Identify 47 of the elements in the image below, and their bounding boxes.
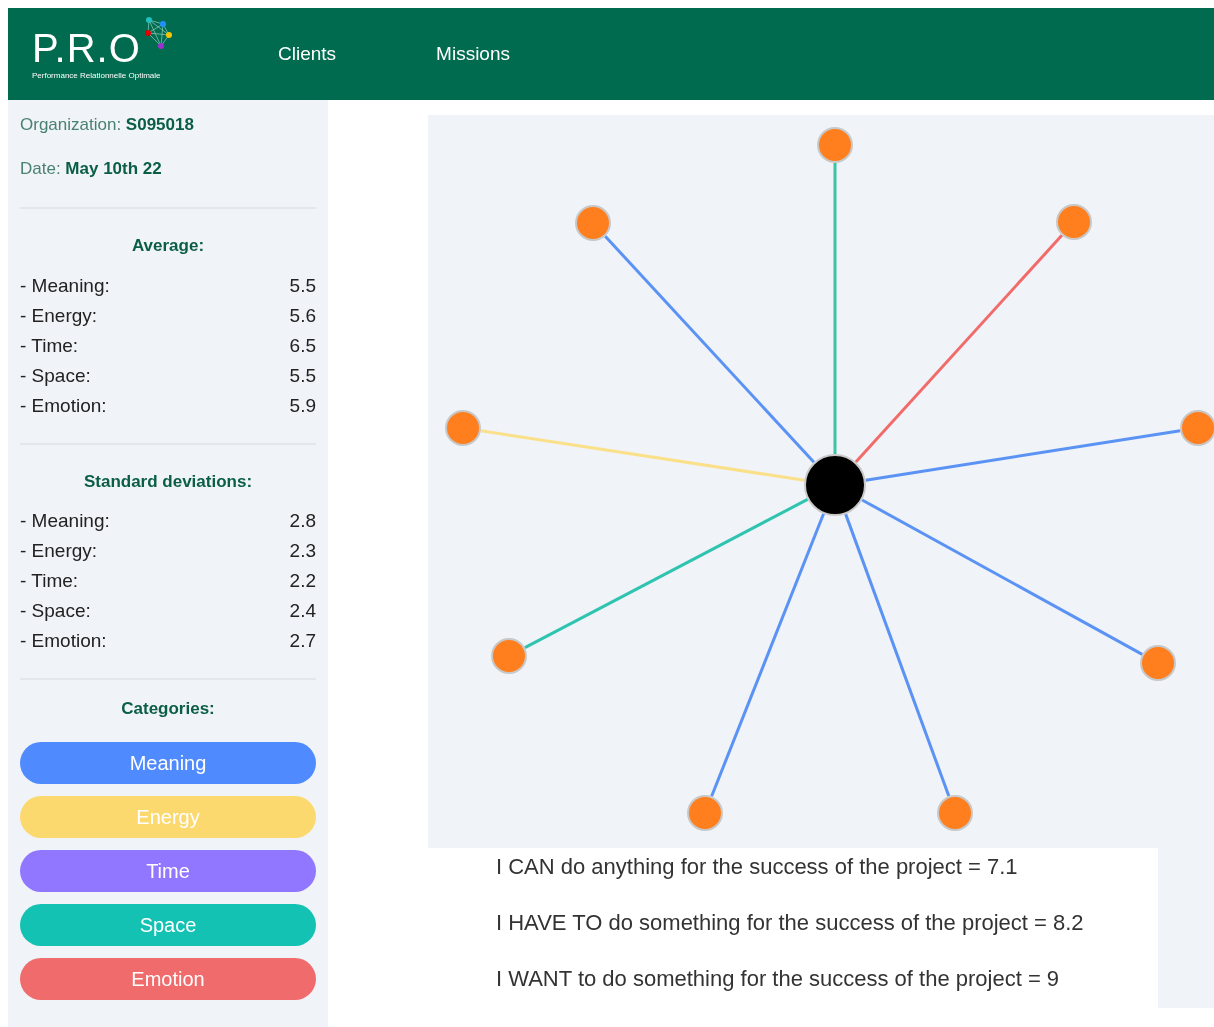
stat-value: 6.5 [289, 333, 316, 358]
logo-text: P.R.O [32, 28, 141, 68]
graph-node[interactable] [1180, 410, 1214, 446]
section-heading: Average: [130, 235, 206, 257]
graph-node[interactable] [445, 410, 481, 446]
stat-value: 2.7 [289, 629, 316, 653]
graph-node[interactable] [1140, 645, 1176, 681]
stat-label: - Energy: [20, 539, 98, 563]
stat-label: - Space: [20, 599, 91, 623]
category-button[interactable]: Time [20, 849, 316, 892]
logo-tagline: Performance Relationnelle Optimale [32, 72, 162, 80]
stat-value: 2.4 [289, 599, 316, 623]
graph-node[interactable] [1056, 204, 1092, 240]
stat-value: 5.5 [289, 363, 316, 388]
section-heading: Categories: [120, 698, 216, 720]
nav-link[interactable]: Missions [436, 39, 510, 69]
category-button[interactable]: Meaning [20, 741, 316, 784]
stat-value: 5.5 [289, 273, 316, 298]
stat-label: - Meaning: [20, 509, 110, 533]
statement-text: I HAVE TO do something for the success of the project = 8.2 [496, 909, 1085, 937]
stat-label: - Emotion: [20, 393, 107, 418]
graph-node[interactable] [491, 638, 527, 674]
stat-label: - Space: [20, 363, 91, 388]
stat-label: - Emotion: [20, 629, 107, 653]
info-line: Date: May 10th 22 [20, 157, 163, 180]
graph-node[interactable] [817, 127, 853, 163]
statement-text: I WANT to do something for the success of the project = 9 [496, 965, 1061, 993]
statement-text: I CAN do anything for the success of the project = 7.1 [496, 853, 1019, 881]
graph-node[interactable] [575, 205, 611, 241]
nav-link[interactable]: Clients [278, 39, 337, 69]
stat-value: 2.8 [289, 509, 316, 533]
stat-label: - Time: [20, 333, 79, 358]
center-node[interactable] [804, 454, 866, 516]
stat-label: - Energy: [20, 303, 98, 328]
graph-node[interactable] [687, 795, 723, 831]
info-line: Organization: S095018 [20, 114, 195, 136]
graph-node[interactable] [937, 795, 973, 831]
stat-value: 5.9 [289, 393, 316, 418]
network-logo-icon [144, 16, 175, 50]
stat-value: 2.2 [289, 569, 316, 593]
section-heading: Standard deviations: [82, 470, 254, 493]
stat-value: 2.3 [289, 539, 316, 563]
stat-value: 5.6 [289, 303, 316, 328]
category-button[interactable]: Space [20, 903, 316, 946]
stat-label: - Time: [20, 569, 79, 593]
stat-label: - Meaning: [20, 273, 110, 298]
category-button[interactable]: Emotion [20, 957, 316, 1000]
